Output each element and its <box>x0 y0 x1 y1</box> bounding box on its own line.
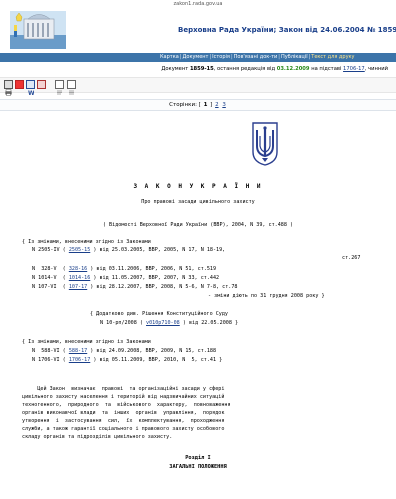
print-icon[interactable] <box>4 80 13 96</box>
html-icon[interactable] <box>55 80 64 95</box>
paragraph-line: утворення і застосування сил, їх комплек… <box>22 418 225 424</box>
amendment-number: N 107-VI ( <box>32 284 66 290</box>
menu-item-history[interactable]: Історія <box>212 54 230 60</box>
amendment-number: N 328-V ( <box>32 266 66 272</box>
ccu-decision-line-1: { Додатково див. Рішення Конституційного… <box>90 311 229 317</box>
menu-item-print-text[interactable]: Текст для друку <box>311 54 354 60</box>
toolbar: W <box>0 77 396 97</box>
amendment-details: ) від 05.11.2009, ВВР, 2010, N 5, ст.41 … <box>93 357 223 363</box>
section-number: Розділ I <box>185 455 211 461</box>
amendment-link[interactable]: 107-17 <box>69 284 87 290</box>
docinfo-basis-prefix: на підставі <box>311 66 342 72</box>
amendment-row-continuation: ст.267 <box>342 255 361 261</box>
menu-item-publications[interactable]: Публікації <box>281 54 308 60</box>
paragraph-line: Цей Закон визначає правові та організаці… <box>22 386 225 392</box>
ccu-number: N 10-рп/2008 ( <box>100 320 143 326</box>
amendment-link[interactable]: 1014-16 <box>69 275 90 281</box>
amendment-number: N 1706-VI ( <box>32 357 66 363</box>
amendment-row: N 588-VI ( 588-17 ) від 24.09.2008, ВВР,… <box>32 348 216 355</box>
amendment-row: N 107-VI ( 107-17 ) від 28.12.2007, ВВР,… <box>32 284 238 291</box>
paragraph-line: органів виконавчої влади та інших органі… <box>22 410 225 416</box>
amendment-details: ) від 28.12.2007, ВВР, 2008, N 5-6, N 7-… <box>90 284 238 290</box>
law-subtitle: Про правові засади цивільного захисту <box>141 199 255 205</box>
document-menu: Картка|Документ|Історія|Пов'язані док-ти… <box>0 53 396 62</box>
menu-item-related-docs[interactable]: Пов'язані док-ти <box>234 54 278 60</box>
document-info: Документ 1859-15, остання редакція від 0… <box>161 66 388 72</box>
page-link-2[interactable]: 2 <box>215 102 219 108</box>
page-current: 1 <box>203 102 208 108</box>
basis-link[interactable]: 1706-17 <box>343 66 365 72</box>
text-icon[interactable] <box>67 80 76 95</box>
amendment-number: N 2505-IV ( <box>32 247 66 253</box>
amendment-row: N 1014-V ( 1014-16 ) від 11.05.2007, ВВР… <box>32 275 219 282</box>
ccu-decision-line-2: N 10-рп/2008 ( v010p710-08 ) від 22.05.2… <box>100 320 238 327</box>
amendment-note: - зміни діють по 31 грудня 2008 року } <box>208 293 325 299</box>
amendment-link[interactable]: 588-17 <box>69 348 87 354</box>
docinfo-prefix: Документ <box>161 66 189 72</box>
amendment-link[interactable]: 2505-15 <box>69 247 90 253</box>
document-number: 1859-15 <box>189 66 214 72</box>
amendment-details: ) від 24.09.2008, ВВР, 2009, N 15, ст.18… <box>90 348 217 354</box>
amendment-number: N 588-VI ( <box>32 348 66 354</box>
site-header: Верховна Рада України; Закон від 24.06.2… <box>0 9 396 53</box>
paragraph-line: техногенного, природного та військового … <box>22 402 231 408</box>
svg-text:W: W <box>28 90 34 96</box>
paragraph-line: служби, а також гарантії соціального і п… <box>22 426 225 432</box>
page-link-3[interactable]: 3 <box>222 102 226 108</box>
parliament-logo[interactable] <box>10 11 66 49</box>
page-title: Верховна Рада України; Закон від 24.06.2… <box>178 26 396 34</box>
menu-item-card[interactable]: Картка <box>160 54 179 60</box>
section-title: ЗАГАЛЬНІ ПОЛОЖЕННЯ <box>169 464 227 470</box>
amendment-details: ) від 03.11.2006, ВВР, 2006, N 51, ст.51… <box>90 266 217 272</box>
amendment-details: ) від 11.05.2007, ВВР, 2007, N 33, ст.44… <box>93 275 220 281</box>
amendments-intro-2: { Із змінами, внесеними згідно із Закона… <box>22 339 151 345</box>
amendments-intro-1: { Із змінами, внесеними згідно із Закона… <box>22 239 151 245</box>
menu-item-document[interactable]: Документ <box>182 54 208 60</box>
law-source: ( Відомості Верховної Ради України (ВВР)… <box>102 222 294 228</box>
docinfo-suffix: , чинний <box>364 66 388 72</box>
ccu-date: ) від 22.05.2008 } <box>182 320 239 326</box>
amendment-details: ) від 25.03.2005, ВВР, 2005, N 17, N 18-… <box>93 247 226 253</box>
coat-of-arms-icon <box>252 122 278 166</box>
docinfo-mid: , остання редакція від <box>213 66 276 72</box>
revision-date: 03.12.2009 <box>276 66 310 72</box>
law-title: З А К О Н У К Р А Ї Н И <box>133 183 263 190</box>
pagination-label: Сторінки: <box>169 102 197 108</box>
browser-url: zakon1.rada.gov.ua <box>173 1 223 7</box>
amendment-link[interactable]: 328-16 <box>69 266 87 272</box>
word-icon[interactable]: W <box>26 80 35 97</box>
paragraph-line: цивільного захисту населення і територій… <box>22 394 225 400</box>
amendment-row: N 328-V ( 328-16 ) від 03.11.2006, ВВР, … <box>32 266 216 273</box>
pdf-icon[interactable] <box>15 80 24 89</box>
pagination: Сторінки: [ 1 ] 2 3 <box>0 99 396 111</box>
amendment-row: N 2505-IV ( 2505-15 ) від 25.03.2005, ВВ… <box>32 247 225 254</box>
amendment-link[interactable]: 1706-17 <box>69 357 90 363</box>
amendment-number: N 1014-V ( <box>32 275 66 281</box>
amendment-row: N 1706-VI ( 1706-17 ) від 05.11.2009, ВВ… <box>32 357 222 364</box>
save-icon[interactable] <box>37 80 46 89</box>
paragraph-line: складу органів та підрозділів цивільного… <box>22 434 173 440</box>
ccu-decision-link[interactable]: v010p710-08 <box>146 320 180 326</box>
